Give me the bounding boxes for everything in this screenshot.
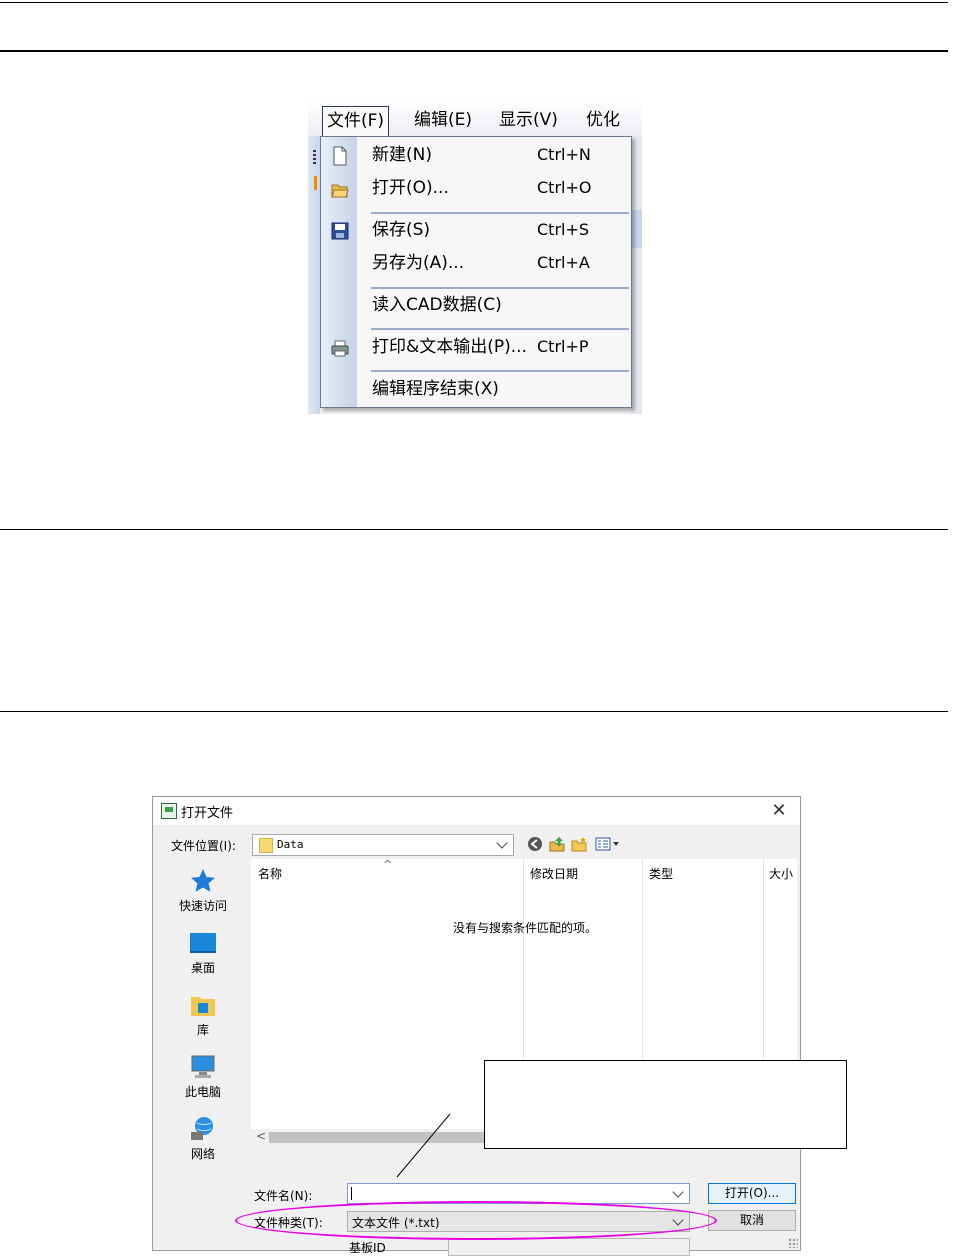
star-icon: [191, 869, 215, 892]
annotation-callout-box: [484, 1060, 847, 1149]
background-area: [631, 136, 642, 414]
file-menu-screenshot: 文件(F) 编辑(E) 显示(V) 优化(O) 新建(N) Ctrl+N 打开(…: [308, 102, 642, 414]
section-rule-2: [0, 711, 948, 712]
place-label: 快速访问: [178, 899, 227, 913]
chevron-down-icon: [496, 837, 508, 849]
toolbar-accent: [314, 176, 317, 190]
view-menu-icon[interactable]: [595, 836, 621, 852]
file-list[interactable]: ^ 名称 修改日期 类型 大小 没有与搜索条件匹配的项。 < >: [251, 858, 847, 1149]
column-type[interactable]: 类型: [649, 865, 673, 882]
new-document-icon: [333, 146, 347, 166]
empty-message: 没有与搜索条件匹配的项。: [453, 921, 598, 935]
navigation-toolbar: [527, 835, 623, 853]
cancel-button[interactable]: 取消: [708, 1210, 796, 1231]
dialog-titlebar[interactable]: 打开文件 ✕: [153, 797, 800, 825]
place-libraries[interactable]: 库: [161, 991, 245, 1038]
menu-item-label: 新建(N): [372, 145, 432, 165]
column-modified[interactable]: 修改日期: [530, 865, 578, 882]
up-folder-icon[interactable]: [549, 836, 565, 852]
look-in-combo[interactable]: Data: [252, 834, 514, 856]
menu-separator: [371, 212, 629, 214]
menu-item-label: 打开(O)...: [372, 178, 449, 198]
menu-item-shortcut: Ctrl+N: [537, 145, 591, 164]
desktop-icon: [190, 933, 216, 953]
place-this-pc[interactable]: 此电脑: [161, 1053, 245, 1100]
dialog-body: 文件位置(I): Data 快速访问 桌面 库 此电脑 网络 ^ 名称 修改日期…: [153, 825, 847, 1256]
dialog-title: 打开文件: [181, 806, 234, 821]
menu-item-label: 保存(S): [372, 220, 431, 240]
highlight-ellipse: [235, 1201, 717, 1240]
folder-icon: [259, 838, 273, 853]
place-quick-access[interactable]: 快速访问: [161, 867, 245, 914]
library-icon: [191, 997, 215, 1016]
menu-item-label: 读入CAD数据(C): [372, 295, 502, 315]
menu-separator: [371, 328, 629, 330]
menu-icon-column: [321, 137, 357, 407]
open-button[interactable]: 打开(O)...: [708, 1183, 796, 1204]
menu-item-shortcut: Ctrl+P: [537, 337, 589, 356]
printer-icon: [331, 340, 349, 357]
menu-optimize[interactable]: 优化(O): [582, 106, 642, 158]
file-menu-dropdown: 新建(N) Ctrl+N 打开(O)... Ctrl+O 保存(S) Ctrl+…: [320, 136, 632, 408]
menu-item-shortcut: Ctrl+A: [537, 253, 590, 272]
menu-separator: [371, 287, 629, 289]
place-label: 此电脑: [184, 1085, 221, 1099]
place-label: 网络: [190, 1147, 215, 1161]
place-label: 桌面: [190, 961, 215, 975]
top-rule: [0, 2, 948, 3]
board-id-field: [448, 1238, 690, 1256]
menu-item-label: 编辑程序结束(X): [372, 379, 499, 399]
place-desktop[interactable]: 桌面: [161, 929, 245, 976]
board-id-label: 基板ID: [349, 1241, 386, 1255]
menu-separator: [371, 370, 629, 372]
scroll-left-icon[interactable]: <: [256, 1129, 266, 1143]
close-icon[interactable]: ✕: [766, 799, 792, 823]
menu-item-label: 另存为(A)...: [372, 253, 465, 273]
menu-view[interactable]: 显示(V): [495, 106, 562, 134]
save-disk-icon: [331, 222, 349, 240]
places-bar: 快速访问 桌面 库 此电脑 网络: [153, 859, 251, 1162]
menu-file[interactable]: 文件(F): [322, 106, 390, 136]
computer-icon: [191, 1055, 215, 1078]
open-file-dialog: 打开文件 ✕ 文件位置(I): Data 快速访问 桌面 库 此电脑 网络 ^ …: [152, 796, 847, 1256]
background-highlight: [631, 210, 642, 248]
menu-item-shortcut: Ctrl+S: [537, 220, 590, 239]
look-in-value: Data: [277, 838, 304, 851]
section-rule-1: [0, 529, 948, 530]
app-icon: [161, 803, 177, 819]
back-icon[interactable]: [527, 836, 543, 852]
menu-edit[interactable]: 编辑(E): [410, 106, 476, 134]
network-globe-icon: [191, 1117, 213, 1140]
column-size[interactable]: 大小: [769, 865, 793, 882]
look-in-label: 文件位置(I):: [171, 839, 236, 853]
menu-item-label: 打印&文本输出(P)...: [372, 337, 527, 357]
open-folder-icon: [331, 184, 349, 198]
resize-grip-icon[interactable]: [788, 1238, 798, 1248]
menu-item-shortcut: Ctrl+O: [537, 178, 592, 197]
column-name[interactable]: 名称: [258, 865, 282, 882]
text-caret: [351, 1187, 352, 1200]
sort-caret-icon: ^: [383, 858, 393, 871]
chevron-down-icon[interactable]: [672, 1186, 684, 1198]
toolbar-grip-icon: [313, 150, 316, 166]
menu-bar: 文件(F) 编辑(E) 显示(V) 优化(O): [308, 102, 642, 158]
new-folder-icon[interactable]: [571, 836, 587, 852]
place-network[interactable]: 网络: [161, 1115, 245, 1162]
place-label: 库: [196, 1023, 209, 1037]
header-rule: [0, 50, 948, 52]
file-name-label: 文件名(N):: [254, 1189, 313, 1203]
